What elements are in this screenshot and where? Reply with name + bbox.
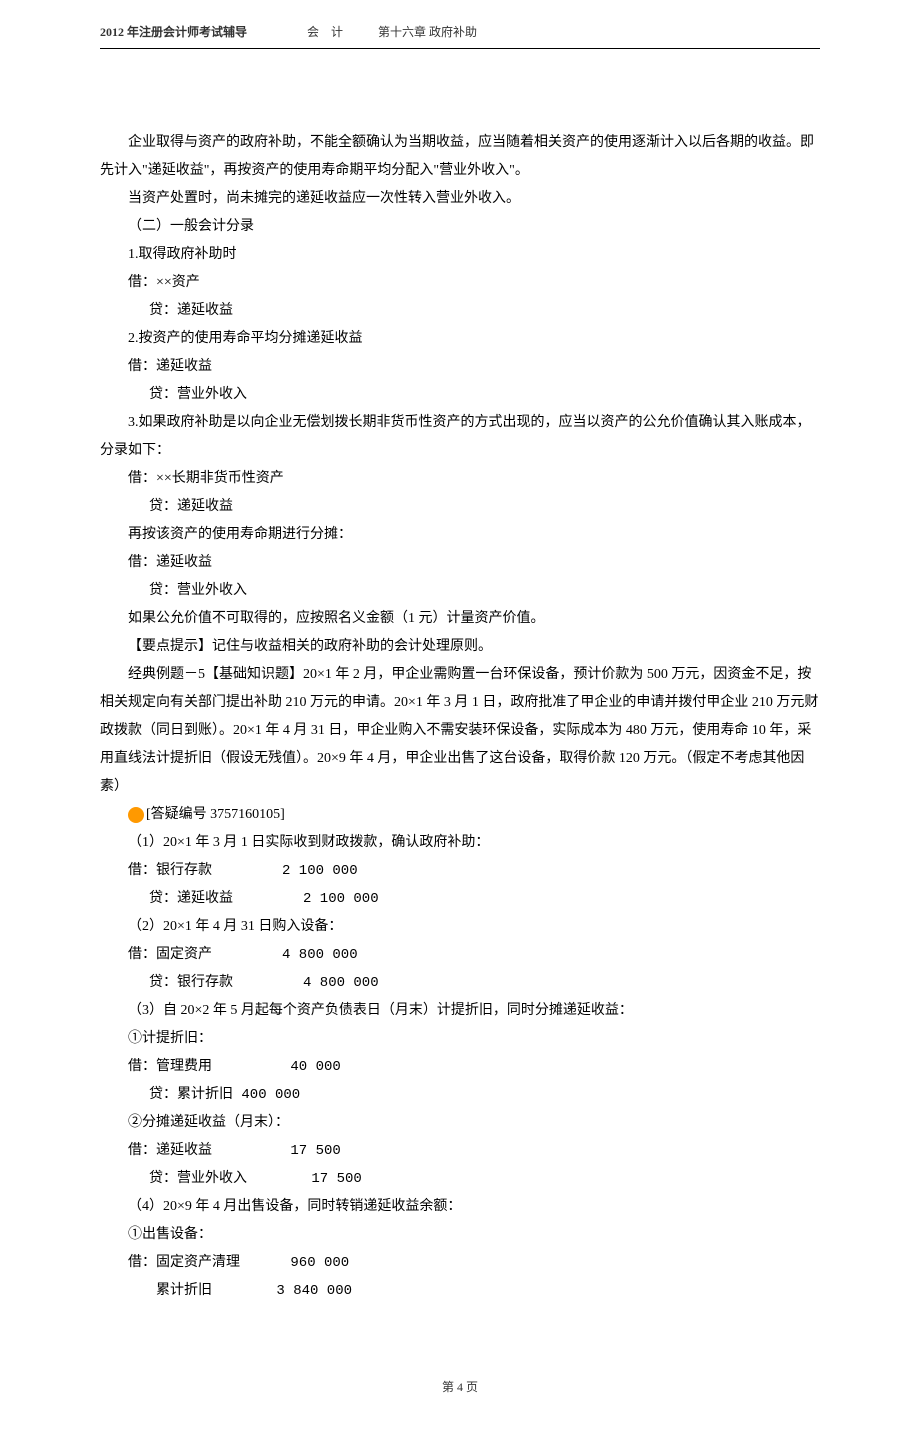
entry-credit: 贷：递延收益 2 100 000 [100,885,820,913]
step: （4）20×9 年 4 月出售设备，同时转销递延收益余额： [100,1193,820,1221]
entry-debit: 借：银行存款 2 100 000 [100,857,820,885]
substep: ①出售设备： [100,1221,820,1249]
entry-debit: 借：递延收益 [100,353,820,381]
entry-credit: 贷：营业外收入 17 500 [100,1165,820,1193]
page-header: 2012 年注册会计师考试辅导 会 计 第十六章 政府补助 [100,20,820,49]
entry-debit: 借：××长期非货币性资产 [100,465,820,493]
entry-credit: 贷：银行存款 4 800 000 [100,969,820,997]
substep: ②分摊递延收益（月末）： [100,1109,820,1137]
entry-debit: 借：管理费用 40 000 [100,1053,820,1081]
paragraph: 2.按资产的使用寿命平均分摊递延收益 [100,325,820,353]
page-number: 第 4 页 [442,1380,478,1394]
substep: ①计提折旧： [100,1025,820,1053]
entry-line: 累计折旧 3 840 000 [100,1277,820,1305]
entry-credit: 贷：递延收益 [100,493,820,521]
paragraph: （二）一般会计分录 [100,213,820,241]
qa-number: ?[答疑编号 3757160105] [100,801,820,829]
step: （2）20×1 年 4 月 31 日购入设备： [100,913,820,941]
page-footer: 第 4 页 [100,1375,820,1399]
header-mid: 会 计 [307,25,343,39]
entry-credit: 贷：递延收益 [100,297,820,325]
entry-credit: 贷：累计折旧 400 000 [100,1081,820,1109]
page-container: 2012 年注册会计师考试辅导 会 计 第十六章 政府补助 企业取得与资产的政府补助… [0,0,920,1439]
body-content: 企业取得与资产的政府补助，不能全额确认为当期收益，应当随着相关资产的使用逐渐计入… [100,129,820,1305]
paragraph: 如果公允价值不可取得的，应按照名义金额（1 元）计量资产价值。 [100,605,820,633]
entry-debit: 借：递延收益 17 500 [100,1137,820,1165]
entry-credit: 贷：营业外收入 [100,577,820,605]
header-right: 第十六章 政府补助 [378,25,477,39]
entry-debit: 借：固定资产 4 800 000 [100,941,820,969]
paragraph: 企业取得与资产的政府补助，不能全额确认为当期收益，应当随着相关资产的使用逐渐计入… [100,129,820,185]
entry-debit: 借：递延收益 [100,549,820,577]
header-left: 2012 年注册会计师考试辅导 [100,25,247,39]
example: 经典例题－5【基础知识题】20×1 年 2 月，甲企业需购置一台环保设备，预计价… [100,661,820,801]
question-mark-icon: ? [128,807,144,823]
entry-debit: 借：××资产 [100,269,820,297]
paragraph: 3.如果政府补助是以向企业无偿划拨长期非货币性资产的方式出现的，应当以资产的公允… [100,409,820,465]
entry-debit: 借：固定资产清理 960 000 [100,1249,820,1277]
tip: 【要点提示】记住与收益相关的政府补助的会计处理原则。 [100,633,820,661]
step: （3）自 20×2 年 5 月起每个资产负债表日（月末）计提折旧，同时分摊递延收… [100,997,820,1025]
qa-number-text: [答疑编号 3757160105] [146,807,285,822]
step: （1）20×1 年 3 月 1 日实际收到财政拨款，确认政府补助： [100,829,820,857]
paragraph: 1.取得政府补助时 [100,241,820,269]
entry-credit: 贷：营业外收入 [100,381,820,409]
paragraph: 当资产处置时，尚未摊完的递延收益应一次性转入营业外收入。 [100,185,820,213]
paragraph: 再按该资产的使用寿命期进行分摊： [100,521,820,549]
